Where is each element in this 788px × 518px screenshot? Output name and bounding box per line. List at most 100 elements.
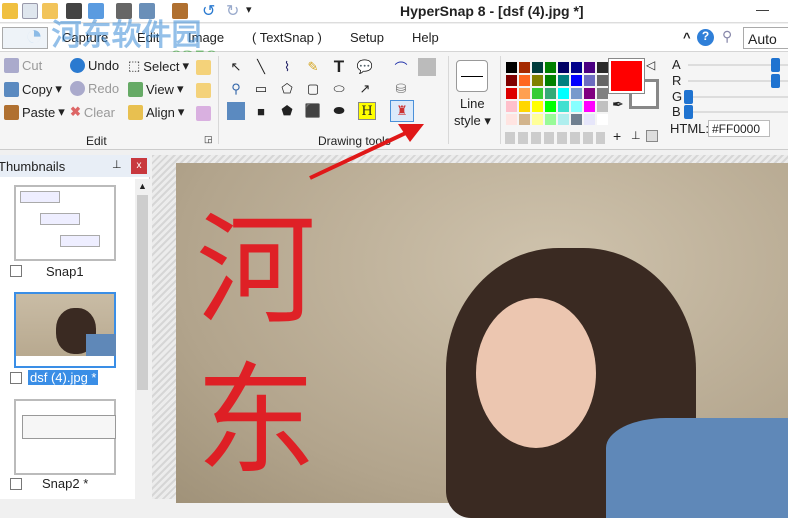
line-style-preview[interactable] bbox=[456, 60, 488, 92]
palette-swatch[interactable] bbox=[597, 114, 608, 125]
minimize-button[interactable]: — bbox=[756, 2, 769, 17]
filled-rect-tool-icon[interactable]: ■ bbox=[252, 102, 270, 120]
palette-swatch[interactable] bbox=[558, 101, 569, 112]
filled-ellipse-icon[interactable]: ⬬ bbox=[330, 102, 348, 120]
align-button[interactable]: Align ▾ bbox=[128, 104, 184, 120]
green-slider[interactable] bbox=[684, 90, 788, 104]
palette-swatch[interactable] bbox=[532, 101, 543, 112]
palette-swatch[interactable] bbox=[558, 62, 569, 73]
palette-swatch[interactable] bbox=[571, 101, 582, 112]
palette-swatch[interactable] bbox=[545, 88, 556, 99]
line-style-label-2[interactable]: style ▾ bbox=[454, 113, 491, 129]
thumbnail-checkbox[interactable] bbox=[10, 265, 22, 277]
palette-swatch[interactable] bbox=[519, 62, 530, 73]
thumbnail-snap2[interactable] bbox=[14, 399, 116, 475]
pencil-tool-icon[interactable]: ✎ bbox=[304, 58, 322, 76]
eyedropper-icon[interactable]: ✒ bbox=[612, 96, 624, 113]
palette-swatch[interactable] bbox=[584, 101, 595, 112]
palette-swatch[interactable] bbox=[545, 101, 556, 112]
note-icon[interactable] bbox=[196, 60, 211, 75]
line-tool-icon[interactable]: ╲ bbox=[252, 58, 270, 76]
swap-colors-icon[interactable]: ◁ bbox=[646, 58, 655, 72]
undo-button[interactable]: Undo bbox=[70, 58, 119, 73]
thumbnail-snap1[interactable] bbox=[14, 185, 116, 261]
alpha-slider[interactable] bbox=[688, 58, 788, 72]
rectangle-tool-icon[interactable]: ▭ bbox=[252, 80, 270, 98]
edit-image-icon[interactable] bbox=[227, 102, 245, 120]
view-button[interactable]: View ▾ bbox=[128, 81, 183, 97]
palette-swatch[interactable] bbox=[584, 114, 595, 125]
stamp-icon[interactable] bbox=[196, 106, 211, 121]
red-slider[interactable] bbox=[688, 74, 788, 88]
filled-polygon-tool-icon[interactable]: ⬟ bbox=[278, 102, 296, 120]
thumbnail-checkbox[interactable] bbox=[10, 372, 22, 384]
select-button[interactable]: ⬚ Select ▾ bbox=[128, 58, 189, 74]
tab-help[interactable]: Help bbox=[412, 30, 439, 45]
palette-swatch[interactable] bbox=[571, 114, 582, 125]
clear-button[interactable]: ✖ Clear bbox=[70, 104, 115, 120]
palette-swatch[interactable] bbox=[597, 75, 608, 86]
palette-swatch[interactable] bbox=[545, 75, 556, 86]
palette-swatch[interactable] bbox=[558, 88, 569, 99]
palette-swatch[interactable] bbox=[506, 62, 517, 73]
highlight-tool[interactable]: H bbox=[358, 102, 376, 120]
line-style-label-1[interactable]: Line bbox=[460, 96, 485, 111]
palette-swatch[interactable] bbox=[506, 75, 517, 86]
redo-button[interactable]: Redo bbox=[70, 81, 119, 96]
palette-swatch[interactable] bbox=[545, 114, 556, 125]
customize-icon[interactable]: ▾ bbox=[246, 3, 262, 19]
palette-swatch[interactable] bbox=[519, 114, 530, 125]
palette-swatch[interactable] bbox=[571, 88, 582, 99]
thumbnails-scrollbar[interactable]: ▲ bbox=[135, 179, 150, 499]
foreground-color-swatch[interactable] bbox=[608, 58, 645, 94]
new-icon[interactable] bbox=[2, 3, 18, 19]
text-tool-icon[interactable]: T bbox=[330, 57, 348, 76]
rounded-rect-tool-icon[interactable]: ▢ bbox=[304, 80, 322, 98]
filled-rounded-rect-icon[interactable]: ⬛ bbox=[304, 102, 322, 120]
palette-swatch[interactable] bbox=[558, 75, 569, 86]
palette-swatch[interactable] bbox=[532, 62, 543, 73]
redo-icon[interactable]: ↻ bbox=[226, 1, 242, 20]
scrollbar-thumb[interactable] bbox=[137, 195, 148, 390]
layer-icon[interactable] bbox=[196, 83, 211, 98]
html-color-input[interactable]: #FF0000 bbox=[708, 120, 770, 137]
color-picker-dialog-icon[interactable] bbox=[646, 130, 658, 142]
polyline-tool-icon[interactable]: ⌇ bbox=[278, 58, 296, 76]
green-slider-thumb[interactable] bbox=[684, 90, 693, 104]
close-panel-button[interactable]: x bbox=[131, 158, 147, 174]
pin-panel-icon[interactable]: ⊥ bbox=[112, 158, 122, 171]
tab-textsnap[interactable]: ( TextSnap ) bbox=[252, 30, 322, 45]
palette-swatch[interactable] bbox=[545, 62, 556, 73]
pointer-tool-icon[interactable]: ↖ bbox=[227, 58, 245, 76]
shape-fill-icon[interactable] bbox=[418, 58, 436, 76]
palette-swatch[interactable] bbox=[506, 88, 517, 99]
scroll-up-icon[interactable]: ▲ bbox=[138, 181, 147, 191]
collapse-ribbon-button[interactable]: ^ bbox=[683, 30, 691, 45]
palette-swatch[interactable] bbox=[571, 62, 582, 73]
fill-bucket-icon[interactable]: ⛁ bbox=[392, 80, 410, 98]
arc-tool-icon[interactable]: ⌒ bbox=[392, 58, 410, 76]
palette-swatch[interactable] bbox=[597, 62, 608, 73]
palette-swatch[interactable] bbox=[597, 101, 608, 112]
dialog-launcher-icon[interactable]: ◲ bbox=[204, 134, 213, 145]
paste-button[interactable]: Paste ▾ bbox=[4, 104, 65, 120]
red-slider-thumb[interactable] bbox=[771, 74, 780, 88]
add-color-icon[interactable]: + bbox=[613, 128, 621, 144]
thumbnail-checkbox[interactable] bbox=[10, 478, 22, 490]
palette-swatch[interactable] bbox=[506, 101, 517, 112]
callout-tool-icon[interactable]: 💬 bbox=[356, 58, 374, 76]
ellipse-tool-icon[interactable]: ⬭ bbox=[330, 80, 348, 98]
pin-icon[interactable]: ⊥ bbox=[631, 129, 641, 142]
help-icon[interactable]: ? bbox=[697, 29, 714, 46]
tab-setup[interactable]: Setup bbox=[350, 30, 384, 45]
palette-swatch[interactable] bbox=[571, 75, 582, 86]
undo-icon[interactable]: ↺ bbox=[202, 1, 218, 20]
palette-swatch[interactable] bbox=[506, 114, 517, 125]
palette-swatch[interactable] bbox=[532, 88, 543, 99]
custom-color-slots[interactable] bbox=[505, 132, 605, 144]
blue-slider[interactable] bbox=[684, 105, 788, 119]
alpha-slider-thumb[interactable] bbox=[771, 58, 780, 72]
palette-swatch[interactable] bbox=[558, 114, 569, 125]
palette-swatch[interactable] bbox=[519, 88, 530, 99]
palette-swatch[interactable] bbox=[584, 88, 595, 99]
